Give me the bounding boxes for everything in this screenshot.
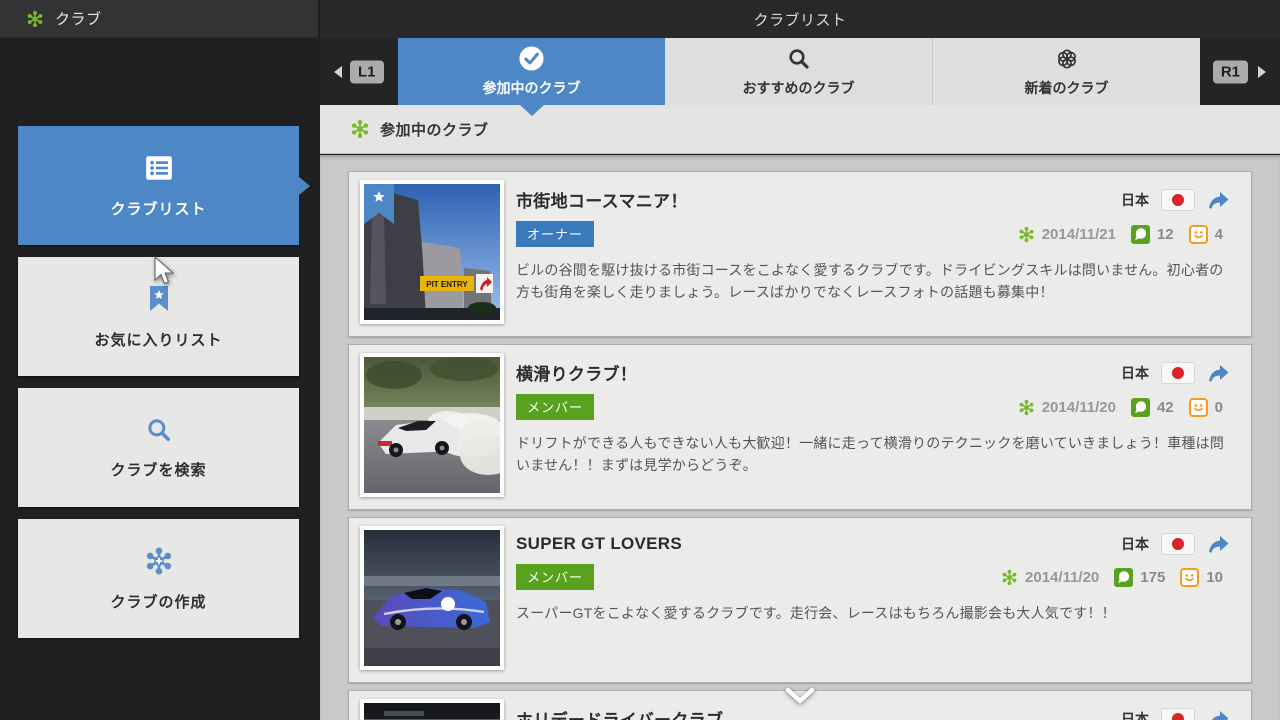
japan-flag-icon <box>1161 708 1195 720</box>
club-icon <box>350 119 370 139</box>
speech-bubble-icon <box>1131 225 1150 244</box>
page-title-bar: クラブリスト <box>320 0 1280 38</box>
share-arrow-icon[interactable] <box>1207 709 1231 720</box>
active-notch <box>299 177 310 195</box>
club-icon <box>1001 569 1018 586</box>
club-date: 2014/11/21 <box>1042 226 1116 243</box>
scroll-down-chevron-icon[interactable] <box>783 686 817 706</box>
smiley-count: 4 <box>1215 226 1223 243</box>
sidebar-item-label: クラブを検索 <box>110 459 206 480</box>
sidebar-item-club-list[interactable]: クラブリスト <box>18 126 299 245</box>
club-description: ビルの谷間を駆け抜ける市街コースをこよなく愛するクラブです。ドライビングスキルは… <box>516 260 1231 303</box>
country-label: 日本 <box>1121 190 1149 210</box>
shoulder-left-arrow-icon <box>334 66 342 78</box>
tab-joined-clubs[interactable]: 参加中のクラブ <box>398 38 665 105</box>
club-card[interactable]: SUPER GT LOVERS 日本 メンバー <box>348 517 1252 683</box>
role-badge: メンバー <box>516 564 594 590</box>
sidebar-item-search-clubs[interactable]: クラブを検索 <box>18 388 299 507</box>
club-name: 横滑りクラブ！ <box>516 360 637 385</box>
japan-flag-icon <box>1161 189 1195 211</box>
speech-bubble-icon <box>1131 398 1150 417</box>
section-title: 参加中のクラブ <box>380 119 489 140</box>
club-name: SUPER GT LOVERS <box>516 534 682 554</box>
club-name: ホリデードライバークラブ <box>516 706 723 720</box>
active-tab-pointer <box>520 105 544 116</box>
smiley-icon <box>1189 398 1208 417</box>
club-date: 2014/11/20 <box>1042 399 1116 416</box>
share-arrow-icon[interactable] <box>1207 363 1231 383</box>
section-header: 参加中のクラブ <box>320 105 1280 154</box>
shoulder-right-arrow-icon <box>1258 66 1266 78</box>
l1-shoulder-button[interactable]: L1 <box>350 60 384 83</box>
club-date: 2014/11/20 <box>1025 569 1099 586</box>
bookmark-star-icon <box>146 284 172 314</box>
page-title: クラブリスト <box>753 9 846 30</box>
club-thumbnail <box>360 353 504 497</box>
tab-bar: L1 参加中のクラブ おすすめのクラブ 新着のク <box>320 38 1280 105</box>
japan-flag-icon <box>1161 533 1195 555</box>
club-card[interactable]: 横滑りクラブ！ 日本 メンバー <box>348 344 1252 510</box>
country-label: 日本 <box>1121 534 1149 554</box>
country-label: 日本 <box>1121 709 1149 720</box>
top-bar: クラブ クラブリスト <box>0 0 1280 38</box>
check-circle-icon <box>518 45 545 72</box>
sidebar-item-label: クラブリスト <box>110 198 206 219</box>
sidebar-item-create-club[interactable]: クラブの作成 <box>18 519 299 638</box>
smiley-count: 0 <box>1215 399 1223 416</box>
share-arrow-icon[interactable] <box>1207 534 1231 554</box>
bubble-count: 42 <box>1157 399 1174 416</box>
club-description: スーパーGTをこよなく愛するクラブです。走行会、レースはもちろん撮影会も大人気で… <box>516 603 1231 625</box>
tab-recommended-clubs[interactable]: おすすめのクラブ <box>665 38 932 105</box>
role-badge: メンバー <box>516 394 594 420</box>
tab-new-clubs[interactable]: 新着のクラブ <box>932 38 1200 105</box>
club-create-icon <box>144 546 174 576</box>
club-thumbnail <box>360 526 504 670</box>
club-description: ドリフトができる人もできない人も大歓迎！一緒に走って横滑りのテクニックを磨いてい… <box>516 433 1231 476</box>
bubble-count: 12 <box>1157 226 1174 243</box>
club-list: PIT ENTRY 市街地コースマニア！ 日本 <box>320 155 1280 720</box>
sidebar-item-label: お気に入りリスト <box>94 329 222 350</box>
app-title-bar: クラブ <box>0 0 318 38</box>
search-icon <box>145 416 173 444</box>
flower-icon <box>1054 46 1080 72</box>
smiley-icon <box>1180 568 1199 587</box>
club-card[interactable]: PIT ENTRY 市街地コースマニア！ 日本 <box>348 171 1252 337</box>
tab-label: 参加中のクラブ <box>483 78 581 98</box>
club-thumbnail: PIT ENTRY <box>360 180 504 324</box>
r1-shoulder-button[interactable]: R1 <box>1213 60 1248 83</box>
sidebar: クラブリスト お気に入りリスト クラブを検索 <box>0 38 320 720</box>
sidebar-item-label: クラブの作成 <box>110 591 206 612</box>
club-thumbnail <box>360 699 504 720</box>
favorite-ribbon-icon <box>364 184 394 224</box>
country-label: 日本 <box>1121 363 1149 383</box>
search-icon <box>786 46 812 72</box>
share-arrow-icon[interactable] <box>1207 190 1231 210</box>
club-icon <box>26 10 44 28</box>
tab-label: おすすめのクラブ <box>743 78 855 98</box>
club-name: 市街地コースマニア！ <box>516 187 688 212</box>
tab-strip: 参加中のクラブ おすすめのクラブ 新着のクラブ <box>398 38 1200 105</box>
club-icon <box>1018 226 1035 243</box>
speech-bubble-icon <box>1114 568 1133 587</box>
smiley-icon <box>1189 225 1208 244</box>
mouse-cursor <box>152 256 178 286</box>
list-icon <box>144 153 174 183</box>
bubble-count: 175 <box>1140 569 1165 586</box>
club-icon <box>1018 399 1035 416</box>
thumbnail-sign-text: PIT ENTRY <box>426 280 468 289</box>
smiley-count: 10 <box>1206 569 1223 586</box>
role-badge: オーナー <box>516 221 594 247</box>
japan-flag-icon <box>1161 362 1195 384</box>
app-title: クラブ <box>55 8 102 29</box>
tab-label: 新着のクラブ <box>1025 78 1109 98</box>
